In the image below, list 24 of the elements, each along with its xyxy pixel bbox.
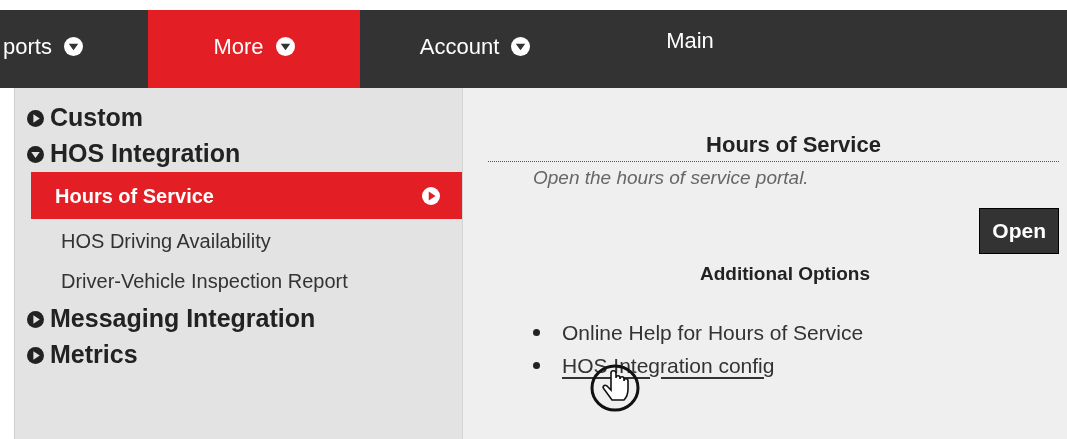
menu-group[interactable]: Custom bbox=[27, 100, 144, 136]
menu-item[interactable]: Driver-Vehicle Inspection Report bbox=[31, 261, 462, 301]
bullet-icon bbox=[533, 329, 540, 336]
nav-tab[interactable]: ports bbox=[0, 10, 148, 88]
nav-tab[interactable]: Main bbox=[590, 10, 790, 88]
menu-group[interactable]: Metrics bbox=[27, 337, 138, 373]
menu-group[interactable]: Messaging Integration bbox=[27, 301, 316, 337]
caret-down-icon bbox=[27, 145, 44, 163]
panel-title: Hours of Service bbox=[706, 131, 881, 159]
play-icon bbox=[27, 109, 44, 127]
menu-item[interactable]: Hours of Service bbox=[31, 172, 462, 219]
panel-description: Open the hours of service portal. bbox=[533, 166, 809, 190]
nav-tab[interactable]: More bbox=[148, 10, 360, 88]
bullet-icon bbox=[533, 362, 540, 369]
menu-group[interactable]: HOS Integration bbox=[27, 136, 241, 172]
open-button[interactable]: Open bbox=[979, 207, 1059, 254]
play-icon bbox=[27, 346, 44, 364]
menu-item[interactable]: HOS Driving Availability bbox=[31, 221, 462, 261]
section-heading: Additional Options bbox=[700, 261, 870, 286]
option-link[interactable]: HOS Integration config bbox=[562, 349, 775, 382]
nav-tab[interactable]: Account bbox=[360, 10, 590, 88]
play-icon bbox=[27, 310, 44, 328]
option-link[interactable]: Online Help for Hours of Service bbox=[562, 316, 864, 349]
play-icon bbox=[422, 186, 440, 205]
